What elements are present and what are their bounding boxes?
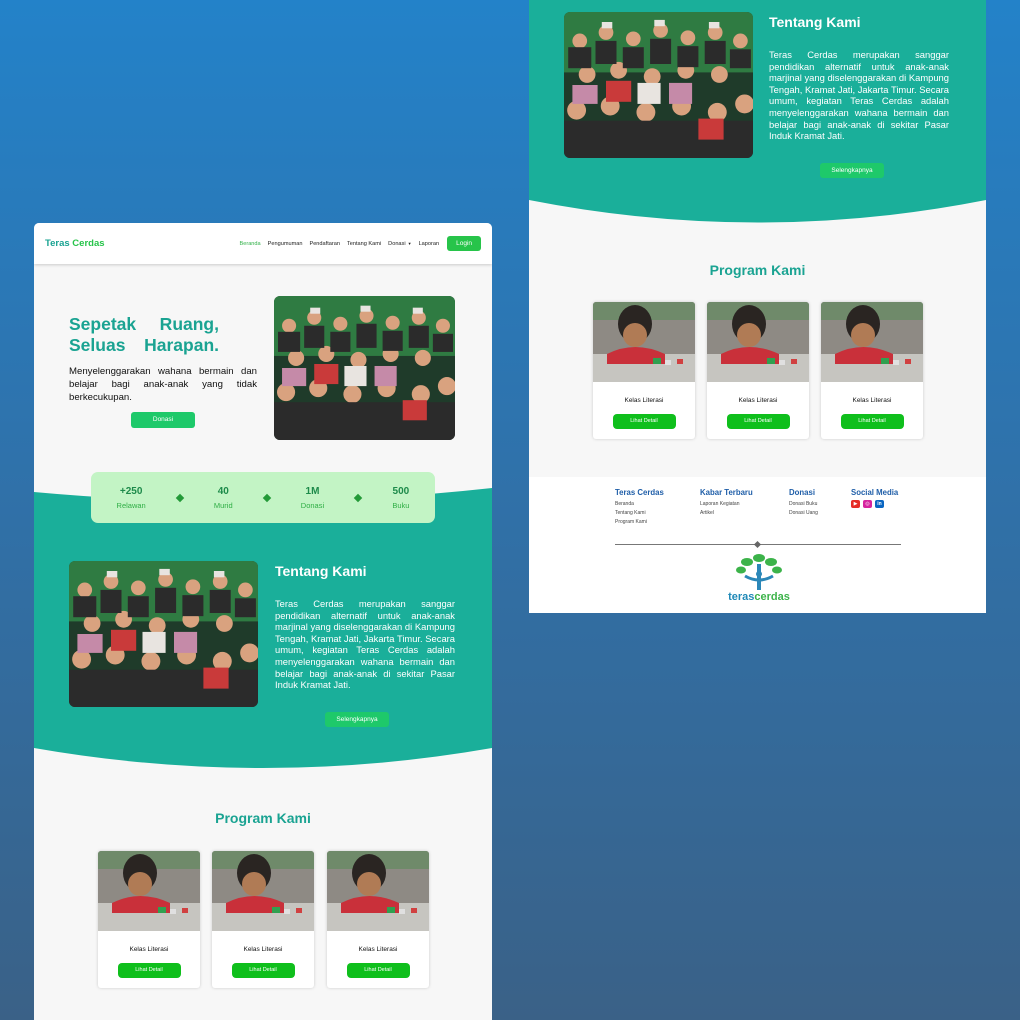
diamond-divider-icon [353, 493, 363, 502]
program-card: Kelas Literasi Lihat Detail [821, 302, 923, 439]
brand-logo[interactable]: Teras Cerdas [45, 238, 105, 249]
navbar: Teras Cerdas Beranda Pengumuman Pendafta… [34, 223, 492, 264]
about-photo [69, 561, 258, 707]
program-card-title: Kelas Literasi [358, 946, 398, 953]
program-photo [593, 302, 695, 382]
chevron-down-icon: ▼ [407, 240, 412, 246]
lihat-detail-button[interactable]: Lihat Detail [231, 963, 295, 978]
about-photo [564, 12, 753, 158]
stat-relawan: +250 Relawan [116, 485, 146, 510]
lihat-detail-button[interactable]: Lihat Detail [117, 963, 181, 978]
nav-item-donasi[interactable]: Donasi ▼ [388, 241, 411, 247]
program-card-title: Kelas Literasi [738, 397, 778, 404]
hero-subtitle: Menyelenggarakan wahana bermain dan bela… [69, 366, 257, 403]
nav-item-laporan[interactable]: Laporan [419, 241, 440, 247]
logo-wordmark: terascerdas [728, 591, 790, 603]
hero-title: Sepetak Ruang, Seluas Harapan. [69, 314, 219, 355]
about-title: Tentang Kami [275, 563, 367, 579]
selengkapnya-button[interactable]: Selengkapnya [325, 712, 389, 727]
footer-link[interactable]: Beranda [615, 500, 664, 509]
lihat-detail-button[interactable]: Lihat Detail [726, 414, 790, 429]
program-photo [212, 851, 314, 931]
lihat-detail-button[interactable]: Lihat Detail [612, 414, 676, 429]
linkedin-icon[interactable]: in [875, 500, 884, 508]
diamond-divider-icon [175, 493, 185, 502]
selengkapnya-button[interactable]: Selengkapnya [820, 163, 884, 178]
program-card-title: Kelas Literasi [129, 946, 169, 953]
program-card: Kelas Literasi Lihat Detail [212, 851, 314, 988]
lihat-detail-button[interactable]: Lihat Detail [346, 963, 410, 978]
footer-col-teras-cerdas: Teras Cerdas Beranda Tentang Kami Progra… [615, 488, 664, 527]
program-card: Kelas Literasi Lihat Detail [98, 851, 200, 988]
tree-logo-icon [736, 554, 782, 590]
diamond-divider-icon [753, 540, 762, 549]
nav-item-pendaftaran[interactable]: Pendaftaran [309, 241, 339, 247]
about-title: Tentang Kami [769, 14, 861, 30]
instagram-icon[interactable]: ◎ [863, 500, 872, 508]
donasi-button[interactable]: Donasi [131, 412, 195, 428]
youtube-icon[interactable]: ▶ [851, 500, 860, 508]
program-card-title: Kelas Literasi [243, 946, 283, 953]
footer-link[interactable]: Tentang Kami [615, 509, 664, 518]
login-button[interactable]: Login [447, 236, 481, 251]
footer: Teras Cerdas Beranda Tentang Kami Progra… [529, 477, 986, 613]
nav-item-pengumuman[interactable]: Pengumuman [268, 241, 303, 247]
program-photo [327, 851, 429, 931]
stat-buku: 500 Buku [392, 485, 410, 510]
nav-item-beranda[interactable]: Beranda [239, 241, 260, 247]
program-card: Kelas Literasi Lihat Detail [593, 302, 695, 439]
about-text: Teras Cerdas merupakan sanggar pendidika… [275, 598, 455, 691]
program-card: Kelas Literasi Lihat Detail [707, 302, 809, 439]
about-text: Teras Cerdas merupakan sanggar pendidika… [769, 49, 949, 142]
teras-cerdas-logo: terascerdas [721, 554, 797, 606]
footer-link[interactable]: Artikel [700, 509, 753, 518]
footer-col-social-media: Social Media ▶ ◎ in [851, 488, 899, 508]
program-title: Program Kami [215, 810, 311, 826]
program-photo [98, 851, 200, 931]
program-card: Kelas Literasi Lihat Detail [327, 851, 429, 988]
stat-murid: 40 Murid [213, 485, 233, 510]
lihat-detail-button[interactable]: Lihat Detail [840, 414, 904, 429]
footer-link[interactable]: Laporan Kegiatan [700, 500, 753, 509]
nav-item-tentang-kami[interactable]: Tentang Kami [347, 241, 381, 247]
program-card-title: Kelas Literasi [624, 397, 664, 404]
program-photo [707, 302, 809, 382]
program-photo [821, 302, 923, 382]
footer-link[interactable]: Donasi Uang [789, 509, 818, 518]
landing-page-bottom: Tentang Kami Teras Cerdas merupakan sang… [529, 0, 986, 613]
footer-col-kabar-terbaru: Kabar Terbaru Laporan Kegiatan Artikel [700, 488, 753, 518]
program-title: Program Kami [709, 262, 806, 278]
program-card-title: Kelas Literasi [852, 397, 892, 404]
hero-photo [274, 296, 455, 440]
footer-link[interactable]: Program Kami [615, 518, 664, 527]
footer-col-donasi: Donasi Donasi Buku Donasi Uang [789, 488, 818, 518]
landing-page-full: Teras Cerdas Beranda Pengumuman Pendafta… [34, 223, 492, 1020]
footer-link[interactable]: Donasi Buku [789, 500, 818, 509]
stat-donasi: 1M Donasi [300, 485, 325, 510]
stats-bar: +250 Relawan 40 Murid 1M Donasi 500 Buku [91, 472, 435, 523]
nav-menu: Beranda Pengumuman Pendaftaran Tentang K… [239, 236, 481, 251]
diamond-divider-icon [262, 493, 271, 502]
